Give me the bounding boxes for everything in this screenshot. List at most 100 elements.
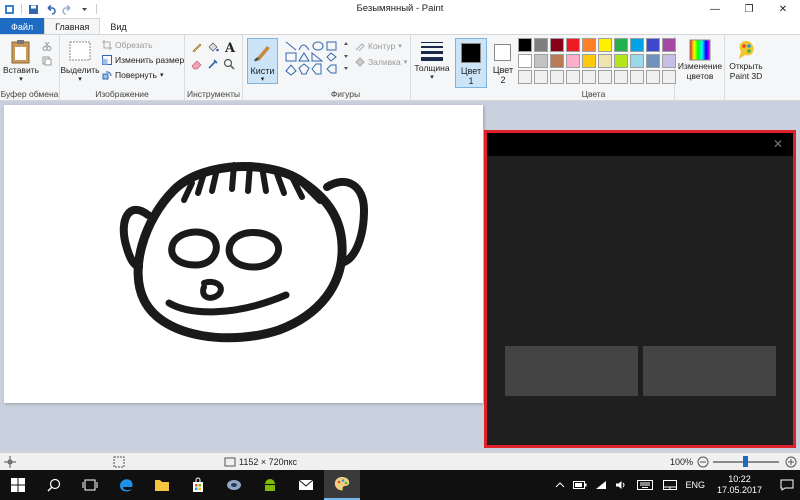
task-view-icon xyxy=(82,479,98,491)
group-label-colors: Цвета xyxy=(581,89,606,99)
touch-keyboard-icon[interactable] xyxy=(637,480,654,490)
taskbar-explorer[interactable] xyxy=(144,470,180,500)
dialog-button-left[interactable] xyxy=(505,346,638,396)
drawing-canvas[interactable] xyxy=(4,105,483,403)
edit-colors-label-2: цветов xyxy=(686,71,714,81)
shapes-scroll[interactable] xyxy=(343,39,349,75)
palette-swatch[interactable] xyxy=(646,54,660,68)
folder-icon xyxy=(155,480,169,491)
task-view-button[interactable] xyxy=(72,470,108,500)
palette-swatch[interactable] xyxy=(614,70,628,84)
face-drawing xyxy=(119,162,368,343)
text-tool-icon[interactable]: A xyxy=(223,40,237,54)
taskbar-edge[interactable] xyxy=(108,470,144,500)
palette-swatch[interactable] xyxy=(662,54,676,68)
minimize-button[interactable]: — xyxy=(698,0,732,18)
redo-icon[interactable] xyxy=(62,4,73,15)
paste-button[interactable]: Вставить ▾ xyxy=(3,39,39,85)
palette-swatch[interactable] xyxy=(630,54,644,68)
tab-file[interactable]: Файл xyxy=(0,18,45,35)
outline-button[interactable]: Контур ▾ xyxy=(355,41,402,51)
fill-button[interactable]: Заливка ▾ xyxy=(355,57,407,67)
search-button[interactable] xyxy=(36,470,72,500)
palette-swatch[interactable] xyxy=(662,70,676,84)
clock[interactable]: 10:22 17.05.2017 xyxy=(717,474,762,496)
rotate-button[interactable]: Повернуть ▾ xyxy=(102,70,164,80)
taskbar-paint[interactable] xyxy=(324,470,360,500)
palette-swatch[interactable] xyxy=(614,54,628,68)
rotate-label: Повернуть xyxy=(115,70,157,80)
palette-swatch[interactable] xyxy=(518,54,532,68)
edit-colors-button[interactable]: Изменение цветов xyxy=(677,39,723,81)
cut-icon[interactable] xyxy=(42,41,52,51)
image-size-icon xyxy=(224,457,236,467)
action-center-icon[interactable] xyxy=(780,479,794,491)
pencil-icon[interactable] xyxy=(191,41,203,53)
palette-swatch[interactable] xyxy=(518,38,532,52)
palette-swatch[interactable] xyxy=(630,38,644,52)
brushes-button[interactable]: Кисти ▾ xyxy=(247,38,278,84)
dialog-close-icon[interactable]: ✕ xyxy=(773,137,783,151)
palette-swatch[interactable] xyxy=(630,70,644,84)
taskbar-mail[interactable] xyxy=(288,470,324,500)
palette-swatch[interactable] xyxy=(566,54,580,68)
zoom-out-icon[interactable] xyxy=(697,456,709,468)
taskbar-app-bird[interactable] xyxy=(216,470,252,500)
save-icon[interactable] xyxy=(28,4,39,15)
close-button[interactable]: ✕ xyxy=(766,0,800,18)
touchpad-icon[interactable] xyxy=(663,480,678,490)
palette-swatch[interactable] xyxy=(582,70,596,84)
chevron-down-icon: ▾ xyxy=(398,43,402,50)
palette-swatch[interactable] xyxy=(598,54,612,68)
zoom-in-icon[interactable] xyxy=(785,456,797,468)
group-label-clipboard: Буфер обмена xyxy=(0,89,59,99)
palette-swatch[interactable] xyxy=(566,38,580,52)
palette-swatch[interactable] xyxy=(534,70,548,84)
open-paint3d-button[interactable]: Открыть Paint 3D xyxy=(726,39,766,81)
group-colors: Цвета xyxy=(453,35,676,101)
fill-bucket-icon[interactable] xyxy=(207,41,219,53)
paint3d-label-2: Paint 3D xyxy=(729,71,763,81)
tab-view[interactable]: Вид xyxy=(100,18,136,35)
tray-chevron-up-icon[interactable] xyxy=(555,480,565,490)
magnifier-icon[interactable] xyxy=(223,58,235,70)
dialog-button-right[interactable] xyxy=(643,346,776,396)
copy-icon[interactable] xyxy=(42,56,52,66)
qat-customize-icon[interactable] xyxy=(79,4,90,15)
eraser-icon[interactable] xyxy=(191,58,203,70)
palette-swatch[interactable] xyxy=(550,70,564,84)
ribbon-tabs: Файл Главная Вид xyxy=(0,18,800,35)
crop-button[interactable]: Обрезать xyxy=(102,40,153,50)
battery-icon[interactable] xyxy=(573,480,587,490)
palette-swatch[interactable] xyxy=(518,70,532,84)
palette-swatch[interactable] xyxy=(646,70,660,84)
palette-swatch[interactable] xyxy=(582,38,596,52)
taskbar-android[interactable] xyxy=(252,470,288,500)
color-picker-icon[interactable] xyxy=(207,58,219,70)
palette-swatch[interactable] xyxy=(646,38,660,52)
select-button[interactable]: Выделить ▾ xyxy=(60,39,100,85)
palette-swatch[interactable] xyxy=(598,70,612,84)
taskbar-store[interactable] xyxy=(180,470,216,500)
size-button[interactable]: Толщина ▾ xyxy=(414,39,450,83)
tab-home[interactable]: Главная xyxy=(44,18,101,35)
network-icon[interactable] xyxy=(595,480,607,490)
shapes-gallery[interactable] xyxy=(285,40,345,76)
palette-swatch[interactable] xyxy=(662,38,676,52)
palette-swatch[interactable] xyxy=(598,38,612,52)
palette-swatch[interactable] xyxy=(550,38,564,52)
palette-swatch[interactable] xyxy=(534,38,548,52)
undo-icon[interactable] xyxy=(45,4,56,15)
start-button[interactable] xyxy=(0,470,36,500)
resize-button[interactable]: Изменить размер xyxy=(102,55,184,65)
palette-swatch[interactable] xyxy=(534,54,548,68)
maximize-button[interactable]: ❐ xyxy=(732,0,766,18)
palette-swatch[interactable] xyxy=(550,54,564,68)
palette-swatch[interactable] xyxy=(582,54,596,68)
zoom-slider-thumb[interactable] xyxy=(743,456,748,467)
palette-swatch[interactable] xyxy=(566,70,580,84)
palette-swatch[interactable] xyxy=(614,38,628,52)
volume-icon[interactable] xyxy=(615,480,627,490)
language-indicator[interactable]: ENG xyxy=(685,480,705,490)
dark-dialog: ✕ xyxy=(484,130,796,448)
